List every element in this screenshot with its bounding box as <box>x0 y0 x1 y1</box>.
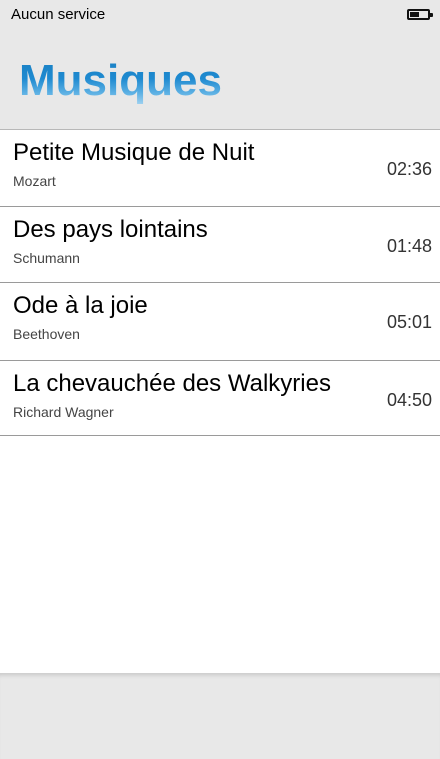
header: Musiques <box>0 28 440 130</box>
bottom-toolbar <box>0 673 440 759</box>
track-title: Ode à la joie <box>13 292 148 319</box>
track-row[interactable]: Des pays lointains Schumann 01:48 <box>0 207 440 283</box>
page-title: Musiques <box>19 56 222 105</box>
track-duration: 01:48 <box>386 236 432 256</box>
track-duration: 05:01 <box>386 312 432 332</box>
track-duration: 02:36 <box>386 159 432 179</box>
carrier-label: Aucun service <box>11 5 106 23</box>
track-row[interactable]: La chevauchée des Walkyries Richard Wagn… <box>0 361 440 436</box>
track-duration: 04:50 <box>386 390 432 410</box>
track-title: La chevauchée des Walkyries <box>13 370 331 397</box>
track-artist: Mozart <box>13 173 56 189</box>
track-row[interactable]: Ode à la joie Beethoven 05:01 <box>0 283 440 361</box>
battery-icon <box>407 8 433 20</box>
battery-level <box>410 11 419 17</box>
status-bar: Aucun service <box>0 0 440 28</box>
track-artist: Schumann <box>13 250 80 266</box>
track-list: Petite Musique de Nuit Mozart 02:36 Des … <box>0 130 440 436</box>
track-title: Des pays lointains <box>13 216 208 243</box>
track-artist: Richard Wagner <box>13 404 114 420</box>
track-artist: Beethoven <box>13 326 80 342</box>
track-row[interactable]: Petite Musique de Nuit Mozart 02:36 <box>0 130 440 207</box>
track-title: Petite Musique de Nuit <box>13 139 255 166</box>
